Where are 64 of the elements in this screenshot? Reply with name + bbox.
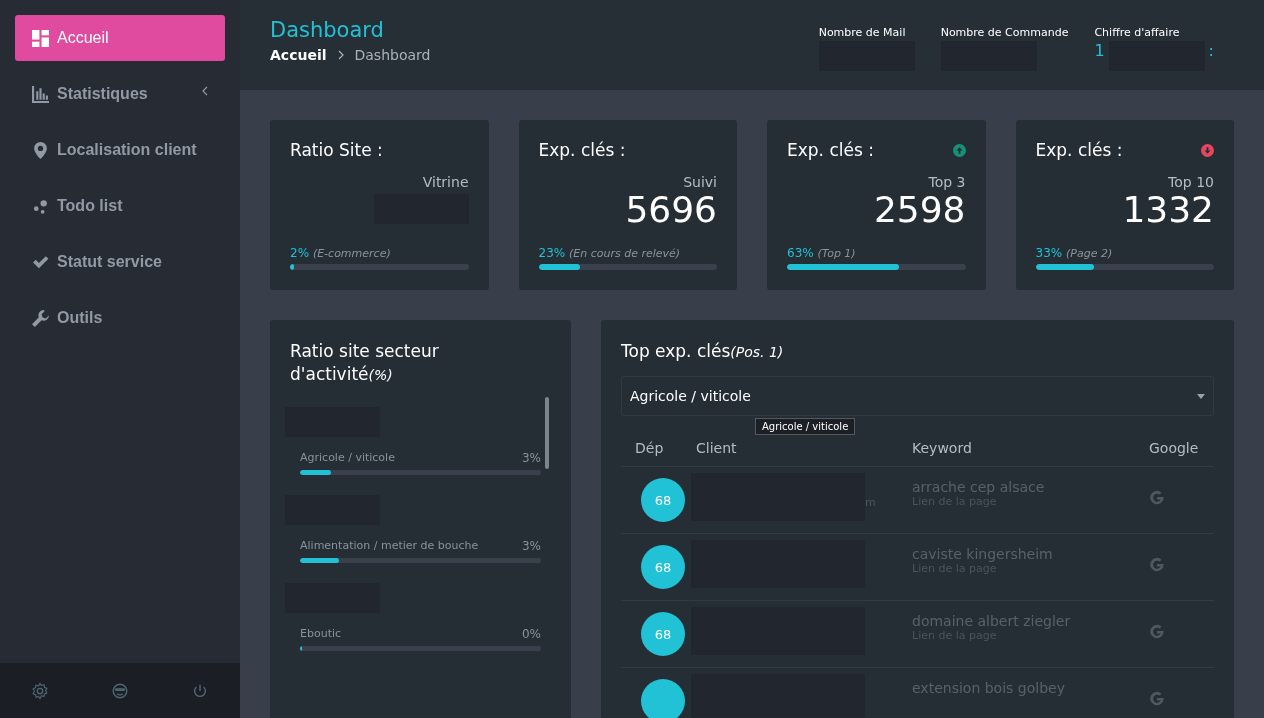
progress-caption: 2% (E-commerce) xyxy=(290,246,392,260)
google-icon[interactable] xyxy=(1149,624,1165,640)
sector-name: Alimentation / metier de bouche xyxy=(300,539,479,553)
card-subtitle: Vitrine xyxy=(422,174,469,190)
page-title: Dashboard xyxy=(270,18,385,42)
sector-percent: 0% xyxy=(521,627,541,641)
breadcrumb-link[interactable]: Accueil xyxy=(270,47,327,63)
column-header: Dép xyxy=(634,440,665,456)
card-title: Ratio Site : xyxy=(290,140,383,160)
card-value: 1332 xyxy=(1122,190,1214,230)
department-badge: 68 xyxy=(641,478,685,522)
sector-name: Eboutic xyxy=(300,627,342,641)
stat-value: : xyxy=(1208,41,1214,60)
settings-icon[interactable] xyxy=(31,681,49,700)
nav-item[interactable]: Statistiques xyxy=(15,71,225,117)
stat-label: Chiffre d'affaire xyxy=(1094,26,1181,39)
dots-icon xyxy=(32,197,49,215)
card-title: Exp. clés : xyxy=(1035,140,1123,160)
sector-percent: 3% xyxy=(521,539,541,553)
card-subtitle: Top 3 xyxy=(928,174,966,190)
tooltip: Agricole / viticole xyxy=(755,418,856,435)
wrench-icon xyxy=(32,309,49,327)
card-value: 2598 xyxy=(873,190,966,230)
check-icon xyxy=(32,253,49,271)
stat-label: Nombre de Mail xyxy=(818,26,907,39)
chevron-right-icon xyxy=(336,50,345,60)
nav-item[interactable]: Statut service xyxy=(15,239,225,285)
department-badge xyxy=(641,679,685,718)
nav-item[interactable]: Todo list xyxy=(15,183,225,229)
smiley-icon[interactable] xyxy=(111,681,129,700)
progress-caption: 33% (Page 2) xyxy=(1035,246,1114,260)
google-icon[interactable] xyxy=(1149,691,1165,707)
column-header: Google xyxy=(1149,440,1200,456)
sector-percent: 3% xyxy=(521,451,541,465)
card-subtitle: Top 10 xyxy=(1168,174,1214,190)
map-pin-icon xyxy=(32,141,49,159)
column-header: Client xyxy=(696,440,738,456)
scrollbar[interactable] xyxy=(545,397,549,469)
nav-item[interactable]: Outils xyxy=(15,295,225,341)
arrow-up-icon xyxy=(952,143,966,157)
breadcrumb-current: Dashboard xyxy=(354,47,431,63)
google-icon[interactable] xyxy=(1149,557,1165,573)
sector-select[interactable]: Agricole / viticole xyxy=(621,376,1214,416)
card-value: 5696 xyxy=(625,190,717,230)
sector-name: Agricole / viticole xyxy=(300,451,395,465)
department-badge: 68 xyxy=(641,612,685,656)
card-title: Exp. clés : xyxy=(538,140,626,160)
nav-item[interactable]: Localisation client xyxy=(15,127,225,173)
stat-label: Nombre de Commande xyxy=(940,26,1069,39)
progress-caption: 63% (Top 1) xyxy=(787,246,857,260)
column-header: Keyword xyxy=(912,440,973,456)
dashboard-icon xyxy=(32,29,49,47)
card-title: Top exp. clés(Pos. 1) xyxy=(621,340,785,363)
bar-chart-icon xyxy=(32,85,49,103)
google-icon[interactable] xyxy=(1149,490,1165,506)
progress-caption: 23% (En cours de relevé) xyxy=(538,246,682,260)
stat-value: 1 xyxy=(1094,41,1105,60)
card-subtitle: Suivi xyxy=(683,174,717,190)
arrow-down-icon xyxy=(1201,143,1214,157)
caret-icon xyxy=(1197,393,1205,399)
card-title: Exp. clés : xyxy=(787,140,874,160)
nav-item[interactable]: Accueil xyxy=(15,15,225,61)
department-badge: 68 xyxy=(641,545,685,589)
card-title: Ratio site secteur d'activité(%) xyxy=(290,340,440,386)
